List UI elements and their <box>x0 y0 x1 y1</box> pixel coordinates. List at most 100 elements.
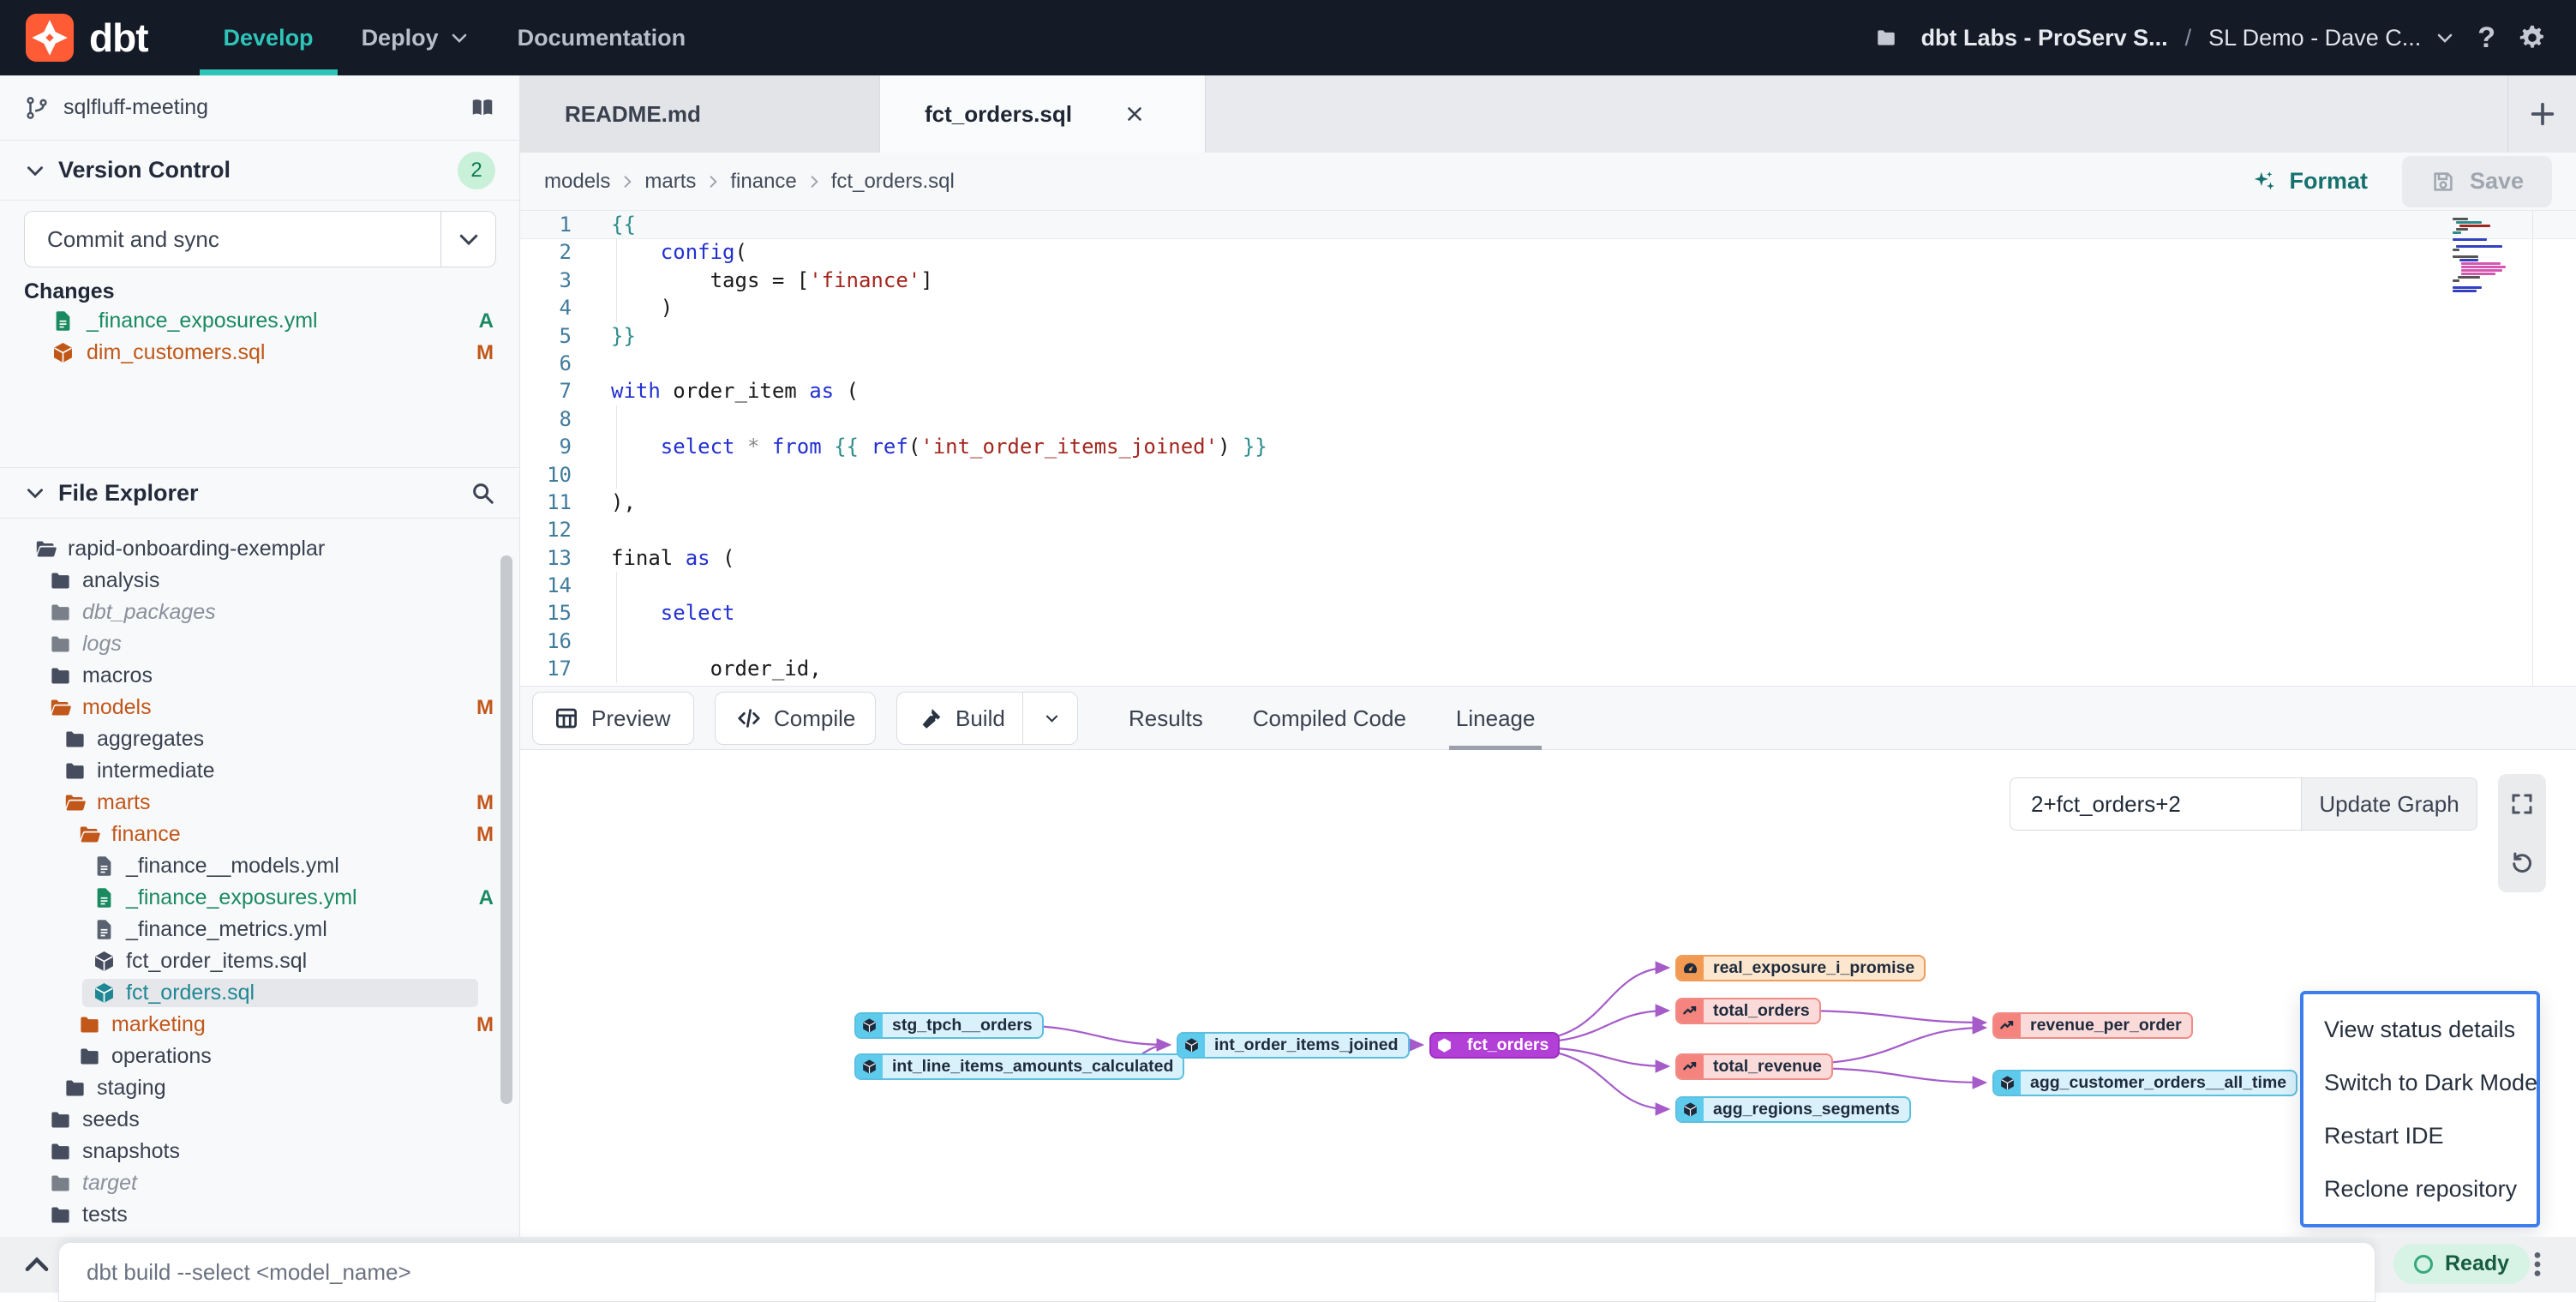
code-editor[interactable]: 1{{2 config(3 tags = ['finance']4 )5}}67… <box>520 211 2576 686</box>
code-line: 8 <box>520 405 2576 433</box>
gear-icon[interactable] <box>2518 23 2547 52</box>
command-input[interactable] <box>87 1259 2347 1286</box>
tree-item-label: fct_orders.sql <box>126 981 255 1005</box>
lineage-node-int_line_items_amounts_calculated[interactable]: int_line_items_amounts_calculated <box>854 1053 1184 1080</box>
git-branch-row[interactable]: sqlfluff-meeting <box>0 75 519 141</box>
dbt-logo[interactable]: dbt <box>0 0 200 75</box>
tree-item-gitignore[interactable]: gitignore <box>0 1231 519 1237</box>
docs-book-icon[interactable] <box>470 95 495 121</box>
commit-and-sync-button[interactable]: Commit and sync <box>24 211 496 267</box>
chevron-down-icon <box>449 27 470 48</box>
editor-minimap[interactable] <box>2453 218 2526 297</box>
editor-tab-fct-orders-sql[interactable]: fct_orders.sql <box>880 75 1206 153</box>
tree-item-tests[interactable]: tests <box>0 1199 519 1231</box>
tree-item--finance-metrics-yml[interactable]: _finance_metrics.yml <box>0 914 519 945</box>
update-graph-button[interactable]: Update Graph <box>2302 777 2477 831</box>
tree-item--finance-models-yml[interactable]: _finance__models.yml <box>0 850 519 882</box>
preview-button[interactable]: Preview <box>532 692 694 745</box>
line-code: ) <box>596 294 673 321</box>
compile-button[interactable]: Compile <box>715 692 876 745</box>
search-icon[interactable] <box>470 480 495 506</box>
tree-item--finance-exposures-yml[interactable]: _finance_exposures.ymlA <box>0 882 519 914</box>
reset-view-icon[interactable] <box>2509 850 2535 876</box>
lineage-node-fct_orders[interactable]: fct_orders <box>1429 1032 1560 1059</box>
nav-item-develop[interactable]: Develop <box>200 0 338 75</box>
tree-item-models[interactable]: modelsM <box>0 692 519 723</box>
panel-tab-lineage[interactable]: Lineage <box>1456 687 1536 751</box>
format-button[interactable]: Format <box>2251 168 2368 195</box>
account-switcher[interactable]: dbt Labs - ProServ S... / SL Demo - Dave… <box>1921 25 2456 51</box>
tree-item-rapid-onboarding-exemplar[interactable]: rapid-onboarding-exemplar <box>0 533 519 565</box>
chevron-up-icon[interactable] <box>21 1249 53 1281</box>
lineage-node-agg_regions_segments[interactable]: agg_regions_segments <box>1675 1096 1911 1123</box>
menu-item-reclone-repository[interactable]: Reclone repository <box>2303 1162 2537 1215</box>
tree-item-target[interactable]: target <box>0 1167 519 1199</box>
tree-item-snapshots[interactable]: snapshots <box>0 1136 519 1167</box>
menu-item-view-status-details[interactable]: View status details <box>2303 1003 2537 1056</box>
tree-item-marketing[interactable]: marketingM <box>0 1009 519 1041</box>
tree-item-fct-order-items-sql[interactable]: fct_order_items.sql <box>0 945 519 977</box>
editor-tab-readme-md[interactable]: README.md <box>520 75 880 153</box>
commit-options-dropdown[interactable] <box>440 212 495 267</box>
new-tab-button[interactable] <box>2507 75 2576 153</box>
lineage-node-total_revenue[interactable]: total_revenue <box>1675 1053 1833 1080</box>
node-label: revenue_per_order <box>2021 1014 2191 1037</box>
fullscreen-icon[interactable] <box>2509 791 2535 817</box>
indent-guide <box>616 461 617 489</box>
lineage-node-int_order_items_joined[interactable]: int_order_items_joined <box>1177 1032 1410 1059</box>
lineage-selector-input[interactable] <box>2010 777 2302 831</box>
help-icon[interactable]: ? <box>2477 21 2495 55</box>
code-line: 1{{ <box>520 211 2576 238</box>
line-number: 12 <box>520 516 596 543</box>
lineage-node-revenue_per_order[interactable]: revenue_per_order <box>1992 1012 2193 1039</box>
chevron-down-icon <box>1044 707 1060 729</box>
tree-item-marts[interactable]: martsM <box>0 787 519 819</box>
tree-item-dbt-packages[interactable]: dbt_packages <box>0 597 519 628</box>
folder-open-icon <box>34 537 57 561</box>
version-control-header[interactable]: Version Control 2 <box>0 141 519 201</box>
breadcrumb-segment[interactable]: finance <box>730 170 796 194</box>
code-line: 12 <box>520 516 2576 543</box>
tree-item-macros[interactable]: macros <box>0 660 519 692</box>
tree-item-intermediate[interactable]: intermediate <box>0 755 519 787</box>
panel-tab-results[interactable]: Results <box>1129 687 1203 751</box>
line-code: with order_item as ( <box>596 377 859 405</box>
file-explorer-header[interactable]: File Explorer <box>0 467 519 519</box>
breadcrumb-segment[interactable]: fct_orders.sql <box>831 170 955 194</box>
lineage-node-agg_customer_orders__all_time[interactable]: agg_customer_orders__all_time <box>1992 1070 2297 1096</box>
lineage-node-real_exposure_i_promise[interactable]: real_exposure_i_promise <box>1675 955 1926 981</box>
tree-item-staging[interactable]: staging <box>0 1072 519 1104</box>
tree-item-operations[interactable]: operations <box>0 1041 519 1072</box>
breadcrumb-segment[interactable]: marts <box>644 170 696 194</box>
tree-item-label: tests <box>82 1203 128 1227</box>
lineage-panel[interactable]: stg_tpch__orders int_line_items_amounts_c… <box>520 750 2576 1237</box>
tree-item-seeds[interactable]: seeds <box>0 1104 519 1136</box>
nav-item-documentation[interactable]: Documentation <box>494 0 710 75</box>
tree-item-analysis[interactable]: analysis <box>0 565 519 597</box>
breadcrumb-segment[interactable]: models <box>544 170 610 194</box>
plus-icon <box>2528 99 2557 129</box>
status-label: Ready <box>2445 1251 2509 1276</box>
nav-item-deploy[interactable]: Deploy <box>338 0 494 75</box>
menu-item-restart-ide[interactable]: Restart IDE <box>2303 1109 2537 1162</box>
file-tree: rapid-onboarding-exemplaranalysisdbt_pac… <box>0 519 519 1237</box>
menu-item-switch-to-dark-mode[interactable]: Switch to Dark Mode <box>2303 1056 2537 1109</box>
close-icon[interactable] <box>1123 103 1146 125</box>
save-button[interactable]: Save <box>2402 156 2552 207</box>
tree-item-logs[interactable]: logs <box>0 628 519 660</box>
panel-tab-compiled-code[interactable]: Compiled Code <box>1253 687 1406 751</box>
changed-file-row[interactable]: dim_customers.sqlM <box>0 337 519 369</box>
tree-item-aggregates[interactable]: aggregates <box>0 723 519 755</box>
git-status-letter: M <box>476 1013 494 1037</box>
build-button[interactable]: Build <box>896 692 1078 745</box>
kebab-menu-icon[interactable] <box>2523 1245 2552 1283</box>
tree-item-fct-orders-sql[interactable]: fct_orders.sql <box>0 977 519 1009</box>
lineage-node-total_orders[interactable]: total_orders <box>1675 998 1821 1024</box>
sidebar-scrollbar[interactable] <box>500 555 512 1104</box>
lineage-node-stg_tpch__orders[interactable]: stg_tpch__orders <box>854 1012 1044 1039</box>
changed-file-row[interactable]: _finance_exposures.ymlA <box>0 305 519 337</box>
status-badge[interactable]: Ready <box>2393 1244 2530 1284</box>
tree-item-finance[interactable]: financeM <box>0 819 519 850</box>
build-options-dropdown[interactable] <box>1022 693 1072 744</box>
metric-trend-icon <box>1677 999 1704 1023</box>
